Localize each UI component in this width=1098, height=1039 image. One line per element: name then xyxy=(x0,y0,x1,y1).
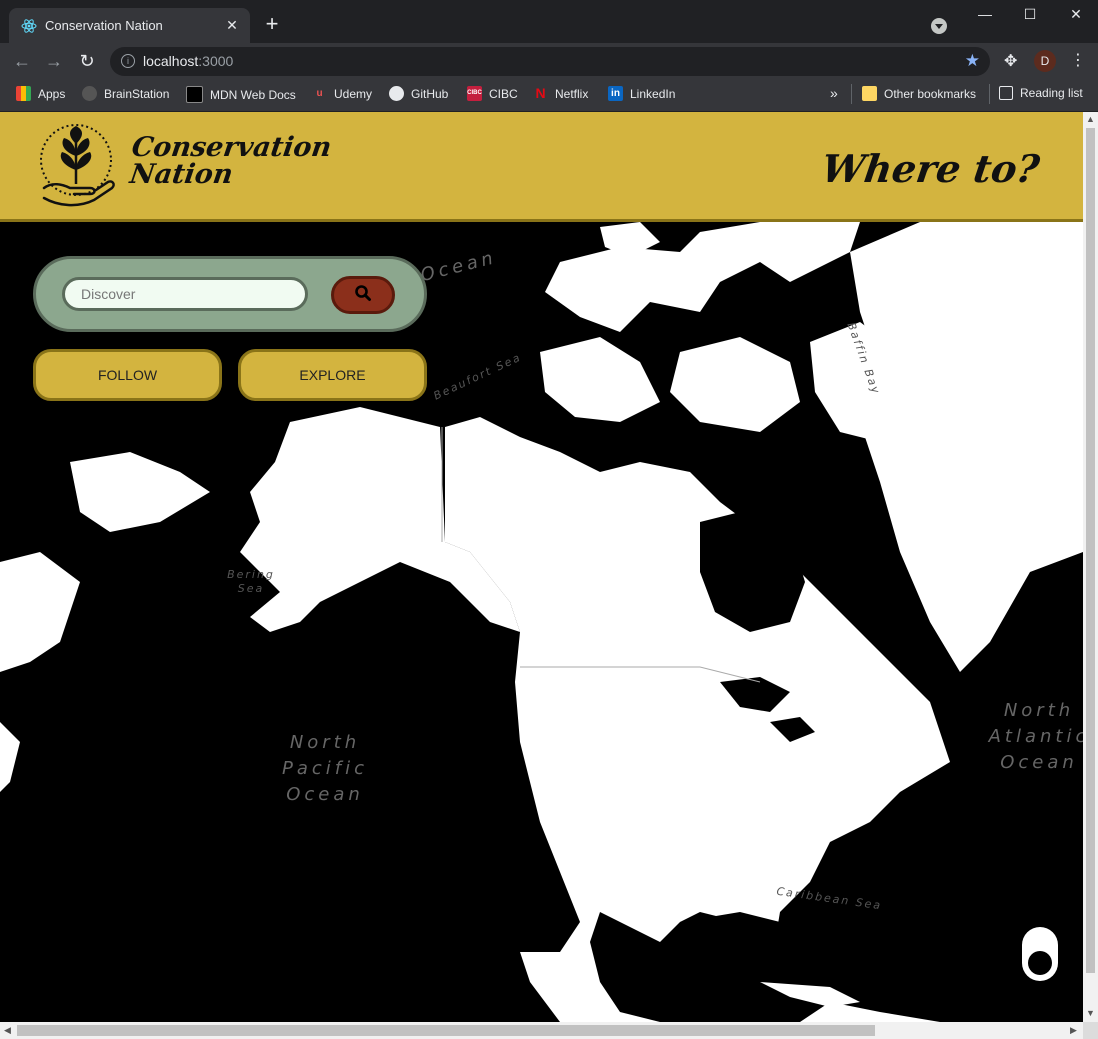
close-tab-icon[interactable]: ✕ xyxy=(222,17,242,34)
site-info-icon[interactable]: i xyxy=(121,54,135,68)
tab-search-icon[interactable] xyxy=(931,18,947,34)
where-to-heading: Where to? xyxy=(818,146,1043,191)
scroll-down-arrow-icon[interactable]: ▼ xyxy=(1086,1008,1095,1018)
vertical-scrollbar[interactable]: ▲ ▼ xyxy=(1083,112,1098,1022)
scroll-up-arrow-icon[interactable]: ▲ xyxy=(1086,114,1095,124)
tab-title: Conservation Nation xyxy=(45,18,163,33)
search-container xyxy=(33,256,427,332)
scrollbar-corner xyxy=(1083,1022,1098,1039)
search-button[interactable] xyxy=(331,276,395,314)
minimize-button[interactable]: — xyxy=(970,6,1000,22)
plant-in-hand-logo-icon[interactable] xyxy=(38,122,128,208)
bookmark-github[interactable]: GitHub xyxy=(389,86,448,101)
map-label-north-pacific-ocean: North Pacific Ocean xyxy=(281,732,369,805)
follow-button[interactable]: FOLLOW xyxy=(33,349,222,401)
bookmark-star-icon[interactable]: ★ xyxy=(965,51,980,71)
bookmark-separator xyxy=(989,84,990,104)
bookmark-brainstation[interactable]: BrainStation xyxy=(82,86,169,101)
bookmark-separator xyxy=(851,84,852,104)
url-text: localhost:3000 xyxy=(143,53,234,69)
logo-wordmark[interactable]: Conservation Nation xyxy=(126,132,333,190)
bookmark-udemy[interactable]: u Udemy xyxy=(312,86,372,101)
reload-icon[interactable]: ↻ xyxy=(75,51,99,71)
map-style-toggle[interactable] xyxy=(1022,927,1058,981)
close-window-button[interactable]: ✕ xyxy=(1061,6,1091,23)
magnifier-icon xyxy=(354,284,372,307)
apps-grid-icon xyxy=(16,86,31,101)
map-label-north-atlantic-ocean: North Atlantic Ocean xyxy=(988,700,1083,773)
discover-search-input[interactable] xyxy=(62,277,308,311)
brainstation-icon xyxy=(82,86,97,101)
back-arrow-icon[interactable]: ← xyxy=(10,51,34,71)
new-tab-button[interactable]: + xyxy=(262,13,282,35)
browser-menu-icon[interactable]: ⋮ xyxy=(1070,50,1086,70)
other-bookmarks-folder[interactable]: Other bookmarks xyxy=(862,86,976,101)
bookmarks-overflow-button[interactable]: » xyxy=(830,85,838,101)
bookmark-cibc[interactable]: CIBC CIBC xyxy=(467,86,518,101)
bookmark-netflix[interactable]: N Netflix xyxy=(533,86,588,101)
udemy-icon: u xyxy=(316,88,323,99)
github-icon xyxy=(389,86,404,101)
scroll-left-arrow-icon[interactable]: ◀ xyxy=(4,1025,11,1036)
bookmark-mdn[interactable]: MDN Web Docs xyxy=(186,86,296,103)
profile-avatar[interactable]: D xyxy=(1034,50,1056,72)
react-icon xyxy=(21,18,37,34)
map-label-bering-sea: Bering Sea xyxy=(227,568,275,595)
bookmark-apps[interactable]: Apps xyxy=(16,86,65,101)
vertical-scroll-thumb[interactable] xyxy=(1086,128,1095,973)
world-map[interactable]: Ocean Beaufort Sea Baffin Bay Bering Sea… xyxy=(0,222,1083,1022)
scroll-right-arrow-icon[interactable]: ▶ xyxy=(1070,1025,1077,1036)
browser-toolbar: ← → ↻ i localhost:3000 ★ xyxy=(0,43,1098,80)
maximize-button[interactable]: ☐ xyxy=(1015,6,1045,23)
bookmark-linkedin[interactable]: in LinkedIn xyxy=(608,86,675,101)
cibc-icon: CIBC xyxy=(467,86,482,101)
mdn-icon xyxy=(186,86,203,103)
horizontal-scroll-thumb[interactable] xyxy=(17,1025,875,1036)
reading-list-icon xyxy=(999,86,1013,100)
linkedin-icon: in xyxy=(608,86,623,101)
explore-button[interactable]: EXPLORE xyxy=(238,349,427,401)
browser-tab[interactable]: Conservation Nation ✕ xyxy=(9,8,250,43)
horizontal-scrollbar[interactable]: ◀ ▶ xyxy=(0,1022,1083,1039)
extensions-puzzle-icon[interactable]: ✥ xyxy=(1004,51,1017,71)
address-bar[interactable]: i localhost:3000 ★ xyxy=(110,47,990,76)
folder-icon xyxy=(862,86,877,101)
forward-arrow-icon[interactable]: → xyxy=(42,51,66,71)
tab-strip: Conservation Nation ✕ + — ☐ ✕ xyxy=(0,0,1098,43)
site-header: Conservation Nation Where to? xyxy=(0,112,1083,222)
reading-list-button[interactable]: Reading list xyxy=(999,86,1083,100)
page-viewport: Ocean Beaufort Sea Baffin Bay Bering Sea… xyxy=(0,112,1083,1022)
netflix-icon: N xyxy=(535,85,546,101)
